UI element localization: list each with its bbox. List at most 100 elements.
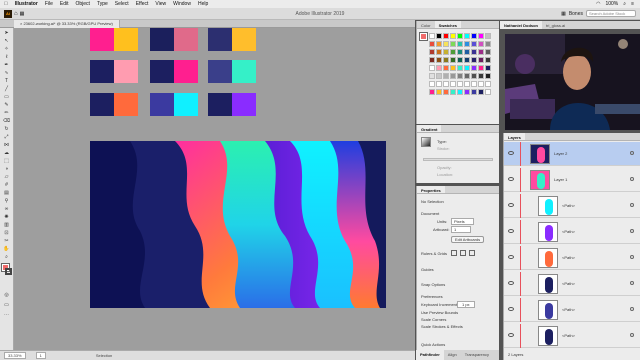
- swatch-cell[interactable]: [457, 65, 463, 71]
- canvas-swatch[interactable]: [174, 28, 198, 51]
- visibility-eye-icon[interactable]: [508, 229, 514, 233]
- layer-row[interactable]: Layer 1: [504, 168, 640, 192]
- swatch-cell[interactable]: [457, 73, 463, 79]
- mesh-tool-icon[interactable]: #: [3, 182, 10, 188]
- swatch-cell[interactable]: [485, 73, 491, 79]
- layer-path-row[interactable]: <Path>: [504, 194, 640, 218]
- perspective-grid-icon[interactable]: ▱: [3, 174, 10, 180]
- target-circle-icon[interactable]: [630, 151, 634, 155]
- menu-object[interactable]: Object: [76, 1, 90, 7]
- tab-align[interactable]: Align: [444, 350, 461, 360]
- width-tool-icon[interactable]: ⋈: [3, 142, 10, 148]
- menu-select[interactable]: Select: [115, 1, 129, 7]
- line-tool-icon[interactable]: ╱: [3, 86, 10, 92]
- swatch-cell[interactable]: [485, 57, 491, 63]
- swatch-cell[interactable]: [436, 89, 442, 95]
- swatch-cell[interactable]: [485, 33, 491, 39]
- canvas-swatch[interactable]: [114, 93, 138, 116]
- swatch-cell[interactable]: [471, 33, 477, 39]
- target-circle-icon[interactable]: [630, 177, 634, 181]
- swatch-cell[interactable]: [464, 41, 470, 47]
- swatch-cell[interactable]: [478, 41, 484, 47]
- swatch-cell[interactable]: [478, 57, 484, 63]
- canvas-swatch[interactable]: [174, 93, 198, 116]
- edit-artboards-button[interactable]: Edit Artboards: [451, 236, 485, 243]
- battery-status[interactable]: 100%: [605, 1, 618, 7]
- menu-list-icon[interactable]: ≡: [631, 1, 634, 7]
- blend-tool-icon[interactable]: ∞: [3, 206, 10, 212]
- swatch-cell[interactable]: [450, 65, 456, 71]
- canvas-swatch[interactable]: [114, 28, 138, 51]
- swatch-cell[interactable]: [457, 81, 463, 87]
- gradient-tool-icon[interactable]: ▤: [3, 190, 10, 196]
- swatch-cell[interactable]: [471, 73, 477, 79]
- swatch-cell[interactable]: [429, 81, 435, 87]
- swatch-cell[interactable]: [464, 65, 470, 71]
- swatch-cell[interactable]: [485, 65, 491, 71]
- swatch-cell[interactable]: [429, 49, 435, 55]
- swatch-cell[interactable]: [443, 89, 449, 95]
- visibility-eye-icon[interactable]: [508, 333, 514, 337]
- symbol-sprayer-icon[interactable]: ✺: [3, 214, 10, 220]
- swatch-cell[interactable]: [464, 49, 470, 55]
- target-circle-icon[interactable]: [630, 255, 634, 259]
- swatch-cell[interactable]: [443, 65, 449, 71]
- app-menu[interactable]: Illustrator: [15, 1, 38, 7]
- swatch-cell[interactable]: [478, 49, 484, 55]
- swatch-cell[interactable]: [450, 81, 456, 87]
- menu-effect[interactable]: Effect: [136, 1, 149, 7]
- swatch-cell[interactable]: [436, 57, 442, 63]
- canvas-swatch[interactable]: [150, 93, 174, 116]
- swatch-cell[interactable]: [443, 81, 449, 87]
- menu-file[interactable]: File: [45, 1, 53, 7]
- swatch-cell[interactable]: [471, 65, 477, 71]
- swatch-cell[interactable]: [429, 73, 435, 79]
- wifi-icon[interactable]: ◠: [596, 1, 600, 7]
- layer-row[interactable]: Layer 2: [504, 142, 640, 166]
- swatch-cell[interactable]: [429, 89, 435, 95]
- swatch-cell[interactable]: [443, 49, 449, 55]
- target-circle-icon[interactable]: [630, 281, 634, 285]
- search-icon[interactable]: ⌕: [623, 1, 626, 7]
- tab-swatches[interactable]: Swatches: [434, 21, 462, 28]
- swatch-cell[interactable]: [450, 41, 456, 47]
- visibility-eye-icon[interactable]: [508, 307, 514, 311]
- swatch-cell[interactable]: [471, 41, 477, 47]
- swatch-cell[interactable]: [471, 49, 477, 55]
- visibility-eye-icon[interactable]: [508, 255, 514, 259]
- canvas-swatch[interactable]: [174, 60, 198, 83]
- paintbrush-tool-icon[interactable]: ✎: [3, 102, 10, 108]
- shape-builder-icon[interactable]: ◑: [3, 166, 10, 172]
- swatch-cell[interactable]: [485, 49, 491, 55]
- swatch-cell[interactable]: [443, 57, 449, 63]
- swatch-cell[interactable]: [450, 49, 456, 55]
- menu-type[interactable]: Type: [97, 1, 108, 7]
- canvas-swatch[interactable]: [90, 60, 114, 83]
- layer-path-row[interactable]: <Path>: [504, 298, 640, 322]
- canvas-swatch[interactable]: [208, 28, 232, 51]
- hand-tool-icon[interactable]: ✋: [3, 246, 10, 252]
- swatch-cell[interactable]: [457, 89, 463, 95]
- workspace-switcher[interactable]: Bones: [569, 11, 583, 17]
- artboard[interactable]: [90, 141, 386, 308]
- swatch-cell[interactable]: [436, 73, 442, 79]
- swatch-cell[interactable]: [485, 41, 491, 47]
- menu-view[interactable]: View: [155, 1, 166, 7]
- screen-mode-icon[interactable]: ▭: [3, 302, 10, 308]
- swatch-cell[interactable]: [457, 49, 463, 55]
- tab-transparency[interactable]: Transparency: [461, 350, 493, 360]
- ruler-toggle-icon[interactable]: [451, 250, 457, 256]
- gradient-slider[interactable]: [423, 158, 493, 161]
- swatch-cell[interactable]: [471, 89, 477, 95]
- swatch-cell[interactable]: [471, 81, 477, 87]
- eraser-tool-icon[interactable]: ⌫: [3, 118, 10, 124]
- magic-wand-icon[interactable]: ✧: [3, 46, 10, 52]
- grid-toggle-icon[interactable]: [460, 250, 466, 256]
- edit-toolbar-icon[interactable]: ⋯: [3, 312, 10, 318]
- swatch-cell[interactable]: [443, 73, 449, 79]
- visibility-eye-icon[interactable]: [508, 151, 514, 155]
- tab-tri-gloss[interactable]: tri_gloss.ai: [542, 21, 569, 29]
- zoom-tool-icon[interactable]: ⌕: [3, 254, 10, 260]
- search-stock-field[interactable]: Search Adobe Stock: [586, 10, 636, 17]
- visibility-eye-icon[interactable]: [508, 203, 514, 207]
